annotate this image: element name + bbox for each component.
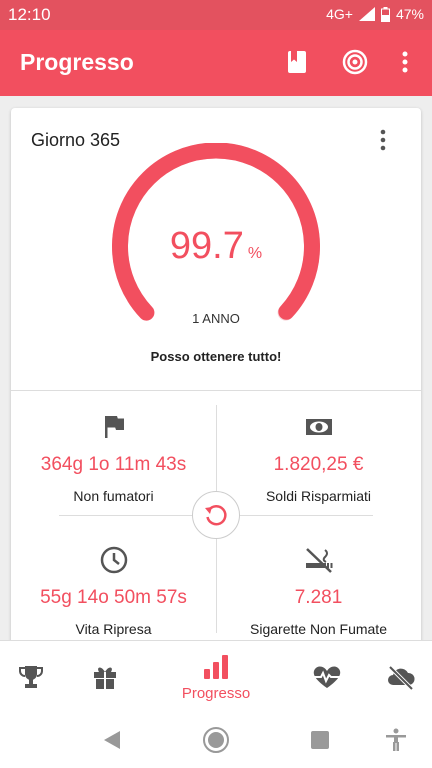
money-icon	[305, 419, 332, 435]
status-bar: 12:10 4G+ 47%	[0, 0, 432, 30]
stat-value: 7.281	[294, 587, 343, 608]
percent-unit: %	[247, 245, 263, 262]
stat-label: Non fumatori	[73, 488, 154, 504]
back-icon[interactable]	[98, 726, 126, 754]
bottom-navigation: Progresso	[0, 640, 432, 713]
stat-money-saved: 1.820,25 € Soldi Risparmiati	[216, 413, 421, 504]
more-icon[interactable]	[390, 47, 420, 77]
page-title: Progresso	[20, 49, 134, 75]
book-icon[interactable]	[282, 47, 312, 77]
gift-icon	[94, 667, 116, 689]
stat-label: Soldi Risparmiati	[265, 488, 372, 504]
percent-value: 99.7	[169, 225, 244, 267]
heartbeat-icon	[312, 666, 342, 688]
system-navigation-bar	[0, 712, 432, 768]
nav-trophies[interactable]	[16, 641, 46, 713]
motto-text: Posso ottenere tutto!	[150, 349, 282, 364]
app-bar: Progresso	[0, 30, 432, 96]
card-more-icon[interactable]	[371, 128, 395, 152]
signal-icon	[358, 7, 375, 21]
status-time: 12:10	[8, 5, 51, 24]
no-cloud-icon	[388, 665, 415, 690]
nav-cloud[interactable]	[385, 641, 417, 713]
accessibility-icon[interactable]	[382, 726, 410, 754]
target-icon[interactable]	[340, 47, 370, 77]
progress-bars-icon	[204, 654, 228, 679]
stat-value: 55g 14o 50m 57s	[40, 587, 187, 608]
stat-value: 364g 1o 11m 43s	[40, 454, 187, 475]
nav-rewards[interactable]	[90, 641, 120, 713]
no-smoking-icon	[305, 548, 332, 573]
home-icon[interactable]	[202, 726, 230, 754]
stats-grid: 364g 1o 11m 43s Non fumatori 1.820,25 € …	[11, 391, 421, 648]
stat-cigarettes-not-smoked: 7.281 Sigarette Non Fumate	[216, 546, 421, 637]
trophy-icon	[19, 666, 43, 688]
stat-value: 1.820,25 €	[273, 454, 364, 475]
nav-progress-label: Progresso	[181, 684, 251, 702]
nav-health[interactable]	[311, 641, 343, 713]
progress-card: Giorno 365 99.7% 1 ANNO Posso ottenere t…	[11, 108, 421, 648]
reset-button[interactable]	[192, 491, 240, 539]
progress-percent: 99.7%	[11, 225, 421, 268]
battery-icon	[380, 6, 390, 22]
stat-label: Vita Ripresa	[75, 621, 152, 637]
flag-icon	[104, 416, 124, 438]
status-indicators: 4G+ 47%	[326, 6, 424, 22]
stat-label: Sigarette Non Fumate	[250, 621, 387, 637]
stat-life-regained: 55g 14o 50m 57s Vita Ripresa	[11, 546, 216, 637]
nav-progress[interactable]: Progresso	[166, 641, 266, 713]
recents-icon[interactable]	[306, 726, 334, 754]
battery-level: 47%	[395, 6, 424, 22]
period-label: 1 ANNO	[192, 311, 240, 326]
network-type: 4G+	[326, 6, 353, 22]
clock-icon	[100, 546, 127, 574]
stat-smoke-free-time: 364g 1o 11m 43s Non fumatori	[11, 413, 216, 504]
reset-icon	[205, 505, 227, 526]
